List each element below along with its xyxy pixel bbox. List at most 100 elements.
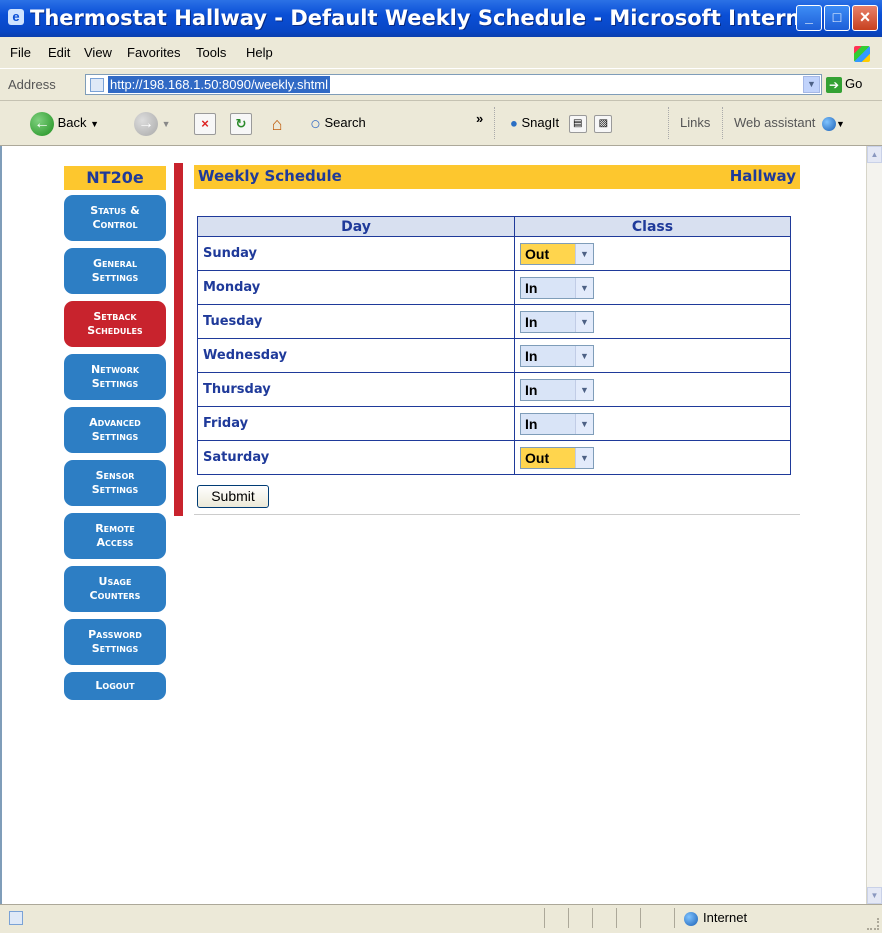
chevron-down-icon[interactable]: ▼ [575, 311, 593, 332]
refresh-button[interactable]: ↻ [230, 110, 252, 136]
nav-network-settings[interactable]: Network Settings [64, 354, 166, 400]
forward-arrow-icon: → [134, 111, 158, 136]
close-button[interactable]: × [852, 5, 878, 31]
address-url[interactable]: http://198.168.1.50:8090/weekly.shtml [108, 76, 331, 93]
nav-advanced-settings[interactable]: Advanced Settings [64, 407, 166, 453]
nav-password-settings[interactable]: Password Settings [64, 619, 166, 665]
class-select[interactable]: In ▼ [520, 378, 594, 401]
stop-button[interactable]: × [194, 110, 216, 136]
minimize-button[interactable]: _ [796, 5, 822, 31]
class-cell: In ▼ [514, 406, 791, 441]
snagit-button[interactable]: ● SnagIt ▤ ▧ [510, 110, 613, 136]
back-button[interactable]: ← Back ▼ [30, 110, 99, 136]
go-button[interactable]: ➔ Go [826, 76, 862, 93]
nav-label: Remote [95, 522, 135, 535]
status-pane [616, 908, 617, 928]
scroll-up-icon[interactable]: ▲ [867, 146, 882, 163]
nav-label: Logout [95, 679, 135, 692]
nav-logout[interactable]: Logout [64, 672, 166, 700]
nav-sensor-settings[interactable]: Sensor Settings [64, 460, 166, 506]
class-select-value: In [521, 413, 575, 434]
menu-bar: File Edit View Favorites Tools Help [0, 38, 882, 69]
address-dropdown-icon[interactable]: ▼ [803, 76, 820, 93]
snagit-icon: ● [510, 115, 518, 131]
chevron-down-icon[interactable]: ▼ [575, 379, 593, 400]
nav-label: Usage [98, 575, 132, 588]
stop-icon: × [194, 112, 216, 135]
web-assistant-button[interactable]: Web assistant ▼ [734, 110, 845, 136]
windows-logo-icon [854, 46, 870, 62]
day-cell: Saturday [197, 440, 515, 475]
menu-help[interactable]: Help [246, 45, 273, 60]
chevron-down-icon[interactable]: ▼ [575, 243, 593, 264]
class-select[interactable]: In ▼ [520, 276, 594, 299]
class-select[interactable]: Out ▼ [520, 446, 594, 469]
class-select[interactable]: In ▼ [520, 344, 594, 367]
class-select-value: In [521, 311, 575, 332]
content-header: Weekly Schedule Hallway [194, 165, 800, 189]
snagit-capture-icon[interactable]: ▤ [568, 114, 587, 133]
search-button[interactable]: ○ Search [310, 110, 366, 136]
chevron-down-icon[interactable]: ▼ [575, 277, 593, 298]
class-select-value: In [521, 379, 575, 400]
status-pane [640, 908, 641, 928]
class-select-value: Out [521, 447, 575, 468]
brand-label: NT20e [64, 166, 166, 190]
menu-favorites[interactable]: Favorites [127, 45, 180, 60]
chevron-down-icon[interactable]: ▼ [575, 345, 593, 366]
menu-view[interactable]: View [84, 45, 112, 60]
nav-label: Settings [91, 271, 139, 284]
nav-usage-counters[interactable]: Usage Counters [64, 566, 166, 612]
vertical-scrollbar[interactable]: ▲ ▼ [866, 146, 882, 904]
links-button[interactable]: Links [680, 110, 710, 136]
address-bar: Address http://198.168.1.50:8090/weekly.… [0, 69, 882, 101]
forward-button[interactable]: → ▼ [134, 110, 171, 136]
class-select[interactable]: Out ▼ [520, 242, 594, 265]
resize-grip-icon[interactable] [867, 918, 879, 930]
menu-file[interactable]: File [10, 45, 31, 60]
nav-status-control[interactable]: Status & Control [64, 195, 166, 241]
snagit-label: SnagIt [521, 115, 560, 130]
chevron-down-icon[interactable]: ▼ [575, 413, 593, 434]
page-title: Weekly Schedule [198, 167, 342, 185]
class-select-value: Out [521, 243, 575, 264]
menu-edit[interactable]: Edit [48, 45, 70, 60]
menu-tools[interactable]: Tools [196, 45, 226, 60]
day-cell: Tuesday [197, 304, 515, 339]
nav-setback-schedules[interactable]: Setback Schedules [64, 301, 166, 347]
snagit-editor-icon[interactable]: ▧ [594, 114, 613, 133]
nav-general-settings[interactable]: General Settings [64, 248, 166, 294]
back-arrow-icon: ← [30, 111, 54, 136]
status-pane [568, 908, 569, 928]
forward-dropdown-icon[interactable]: ▼ [162, 119, 171, 129]
address-input[interactable]: http://198.168.1.50:8090/weekly.shtml ▼ [85, 74, 822, 95]
zone-label: Internet [703, 910, 748, 925]
scroll-down-icon[interactable]: ▼ [867, 887, 882, 904]
page-status-icon [9, 911, 23, 925]
nav-remote-access[interactable]: Remote Access [64, 513, 166, 559]
status-pane [592, 908, 593, 928]
submit-button[interactable]: Submit [197, 485, 269, 508]
toolbar-separator [722, 107, 725, 139]
status-pane [544, 908, 545, 928]
chevron-down-icon[interactable]: ▼ [575, 447, 593, 468]
class-select[interactable]: In ▼ [520, 310, 594, 333]
security-zone: Internet [684, 910, 747, 926]
globe-icon [822, 116, 837, 131]
table-row: Friday In ▼ [197, 406, 791, 441]
nav-label: Settings [91, 483, 139, 496]
refresh-icon: ↻ [230, 112, 252, 135]
window-title-bar: e Thermostat Hallway - Default Weekly Sc… [0, 0, 882, 37]
back-label: Back [57, 115, 87, 130]
toolbar-overflow-icon[interactable]: » [476, 106, 483, 132]
internet-globe-icon [684, 911, 698, 926]
table-row: Wednesday In ▼ [197, 338, 791, 373]
maximize-button[interactable]: □ [824, 5, 850, 31]
class-cell: In ▼ [514, 372, 791, 407]
class-cell: In ▼ [514, 304, 791, 339]
back-dropdown-icon[interactable]: ▼ [90, 119, 99, 129]
day-cell: Friday [197, 406, 515, 441]
window-title: Thermostat Hallway - Default Weekly Sche… [30, 6, 810, 30]
class-select[interactable]: In ▼ [520, 412, 594, 435]
home-button[interactable]: ⌂ [266, 110, 288, 136]
